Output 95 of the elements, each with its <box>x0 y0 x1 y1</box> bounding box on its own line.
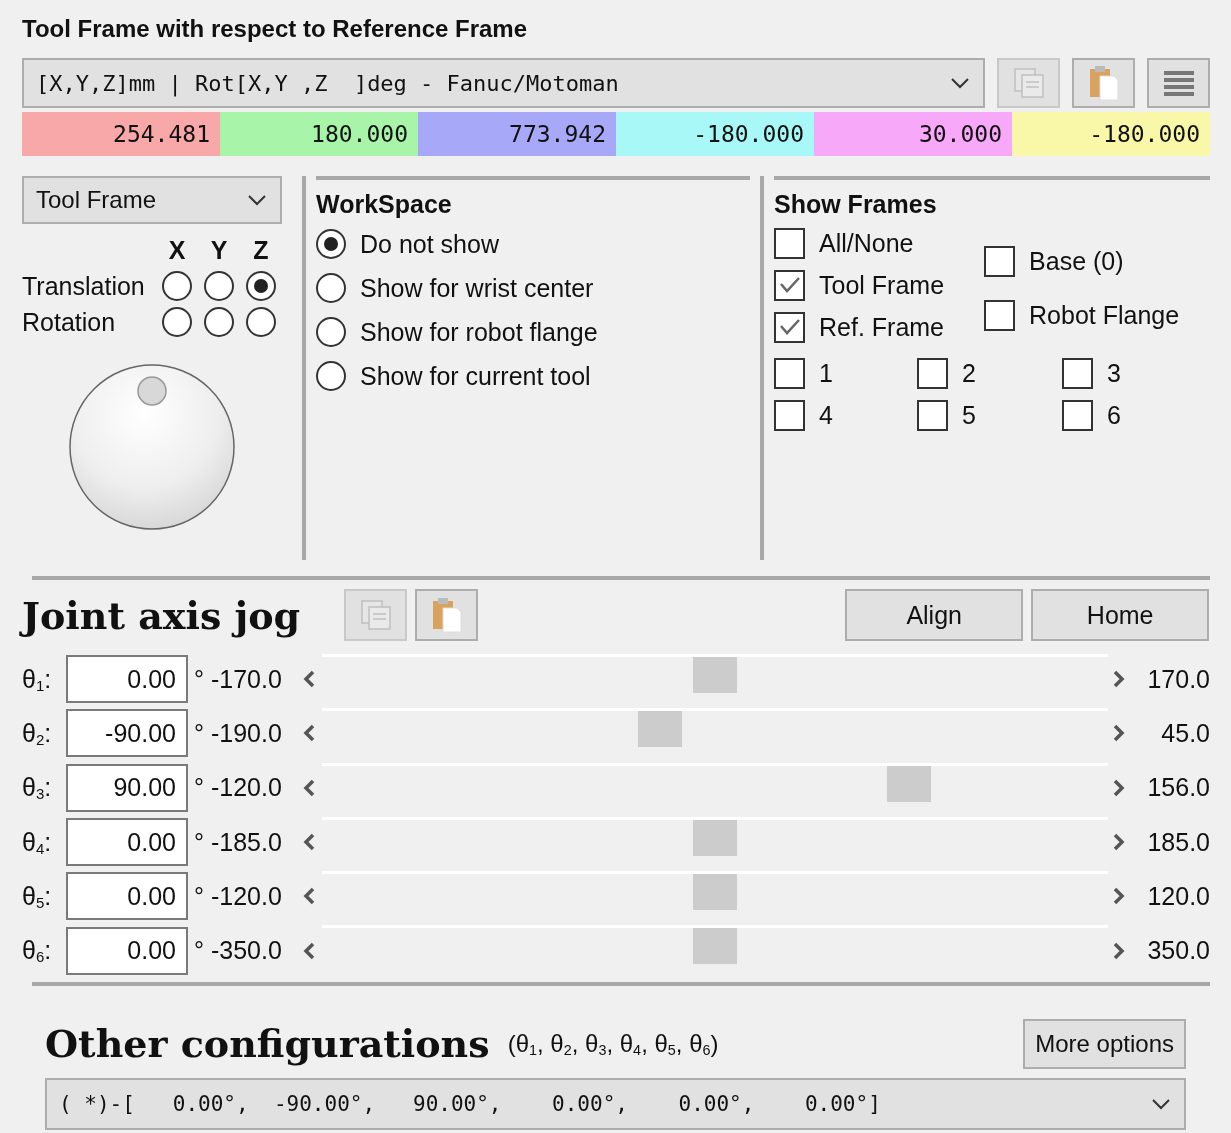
joint-label: θ$_{5}$: <box>22 881 53 911</box>
dial-knob[interactable] <box>68 363 236 531</box>
radio-button[interactable] <box>316 273 346 303</box>
checkbox[interactable] <box>774 311 805 343</box>
configuration-dropdown[interactable]: ( *)-[ 0.00°, -90.00°, 90.00°, 0.00°, 0.00°, 0.00°] <box>45 1077 1186 1130</box>
radio-button[interactable] <box>162 307 192 337</box>
joint-min-limit: ° -170.0 <box>193 664 283 694</box>
checkbox-label: Ref. Frame <box>819 312 945 342</box>
home-button[interactable]: Home <box>1031 589 1210 641</box>
slider-thumb[interactable] <box>693 657 737 693</box>
slider-thumb[interactable] <box>693 928 737 965</box>
copy-icon <box>1011 66 1046 100</box>
checkmark-icon <box>778 317 801 337</box>
radio-button[interactable] <box>162 271 192 301</box>
checkbox[interactable] <box>1062 399 1093 431</box>
slider-thumb[interactable] <box>693 819 737 856</box>
joint-value-field[interactable]: 90.00 <box>66 763 188 812</box>
checkbox[interactable] <box>774 269 805 301</box>
section-heading: Other configurations <box>45 1021 490 1067</box>
axis-row-label: Translation <box>22 271 146 301</box>
checkbox[interactable] <box>984 299 1016 331</box>
radio-button[interactable] <box>316 229 346 259</box>
radio-button[interactable] <box>204 307 234 337</box>
joint-min-limit: ° -350.0 <box>193 936 283 966</box>
checkbox-label: All/None <box>819 228 914 258</box>
copy-icon <box>358 598 393 632</box>
checkbox[interactable] <box>984 245 1016 277</box>
axis-header: X <box>168 236 186 265</box>
slider-thumb[interactable] <box>886 765 931 802</box>
checkbox-label: 3 <box>1107 358 1121 388</box>
joint-max-limit: 170.0 <box>1146 664 1210 694</box>
coordinate-value[interactable]: 180.000 <box>220 112 418 156</box>
radio-label: Show for robot flange <box>360 317 598 347</box>
more-options-button[interactable]: More options <box>1023 1018 1186 1069</box>
joint-label: θ$_{1}$: <box>22 664 53 694</box>
joint-value-field[interactable]: 0.00 <box>66 818 188 867</box>
radio-button[interactable] <box>246 307 276 337</box>
coordinate-value[interactable]: -180.000 <box>1012 112 1210 156</box>
checkbox[interactable] <box>774 227 805 259</box>
radio-label: Do not show <box>360 229 499 259</box>
joint-label: θ$_{3}$: <box>22 773 53 803</box>
joint-min-limit: ° -190.0 <box>193 718 283 748</box>
axis-header: Z <box>253 236 269 265</box>
joint-value-field[interactable]: 0.00 <box>66 655 188 704</box>
joint-max-limit: 156.0 <box>1146 773 1210 803</box>
joint-max-limit: 45.0 <box>1160 718 1210 748</box>
align-button[interactable]: Align <box>845 589 1024 641</box>
coordinate-value[interactable]: -180.000 <box>616 112 814 156</box>
checkbox[interactable] <box>1062 357 1093 389</box>
radio-label: Show for current tool <box>360 361 591 391</box>
checkbox-label: Robot Flange <box>1029 300 1180 330</box>
checkmark-icon <box>778 275 801 295</box>
menu-icon <box>1161 69 1196 97</box>
checkbox[interactable] <box>917 399 948 431</box>
axis-row-label: Rotation <box>22 307 117 337</box>
checkbox-label: 1 <box>819 358 833 388</box>
group-title: Show Frames <box>774 189 938 220</box>
checkbox-label: 4 <box>819 400 833 430</box>
joint-label: θ$_{4}$: <box>22 827 53 857</box>
radio-button[interactable] <box>204 271 234 301</box>
checkbox[interactable] <box>917 357 948 389</box>
joint-max-limit: 350.0 <box>1146 936 1210 966</box>
coordinate-value[interactable]: 30.000 <box>814 112 1012 156</box>
joint-value-field[interactable]: -90.00 <box>66 709 188 758</box>
joint-label: θ$_{2}$: <box>22 718 53 748</box>
menu-button[interactable] <box>1147 58 1210 108</box>
angle-list-caption: (θ$_{1}$, θ$_{2}$, θ$_{3}$, θ$_{4}$, θ$_{5}$, θ$_{6}$) <box>507 1029 719 1058</box>
checkbox-label: 5 <box>962 400 976 430</box>
joint-min-limit: ° -120.0 <box>193 881 283 911</box>
frame-dropdown[interactable]: Tool Frame <box>22 176 282 224</box>
joint-max-limit: 120.0 <box>1146 881 1210 911</box>
group-title: WorkSpace <box>316 189 453 220</box>
format-dropdown[interactable]: [X,Y,Z]mm | Rot[X,Y ,Z ]deg - Fanuc/Motoman <box>22 58 985 108</box>
radio-button[interactable] <box>246 271 276 301</box>
checkbox-label: 6 <box>1107 400 1121 430</box>
joint-value-field[interactable]: 0.00 <box>66 872 188 921</box>
joint-max-limit: 185.0 <box>1146 827 1210 857</box>
coordinate-value[interactable]: 254.481 <box>22 112 220 156</box>
checkbox-label: Tool Frame <box>819 270 945 300</box>
slider-thumb[interactable] <box>693 874 737 911</box>
slider-thumb[interactable] <box>638 711 683 748</box>
checkbox-label: Base (0) <box>1029 246 1124 276</box>
checkbox-label: 2 <box>962 358 976 388</box>
joint-min-limit: ° -185.0 <box>193 827 283 857</box>
checkbox[interactable] <box>774 357 805 389</box>
section-title: Tool Frame with respect to Reference Frame <box>22 14 529 44</box>
joint-label: θ$_{6}$: <box>22 936 53 966</box>
radio-button[interactable] <box>316 361 346 391</box>
radio-button[interactable] <box>316 317 346 347</box>
coordinate-value[interactable]: 773.942 <box>418 112 616 156</box>
joint-value-field[interactable]: 0.00 <box>66 926 188 975</box>
joint-min-limit: ° -120.0 <box>193 773 283 803</box>
checkbox[interactable] <box>774 399 805 431</box>
axis-header: Y <box>210 236 228 265</box>
radio-label: Show for wrist center <box>360 273 594 303</box>
